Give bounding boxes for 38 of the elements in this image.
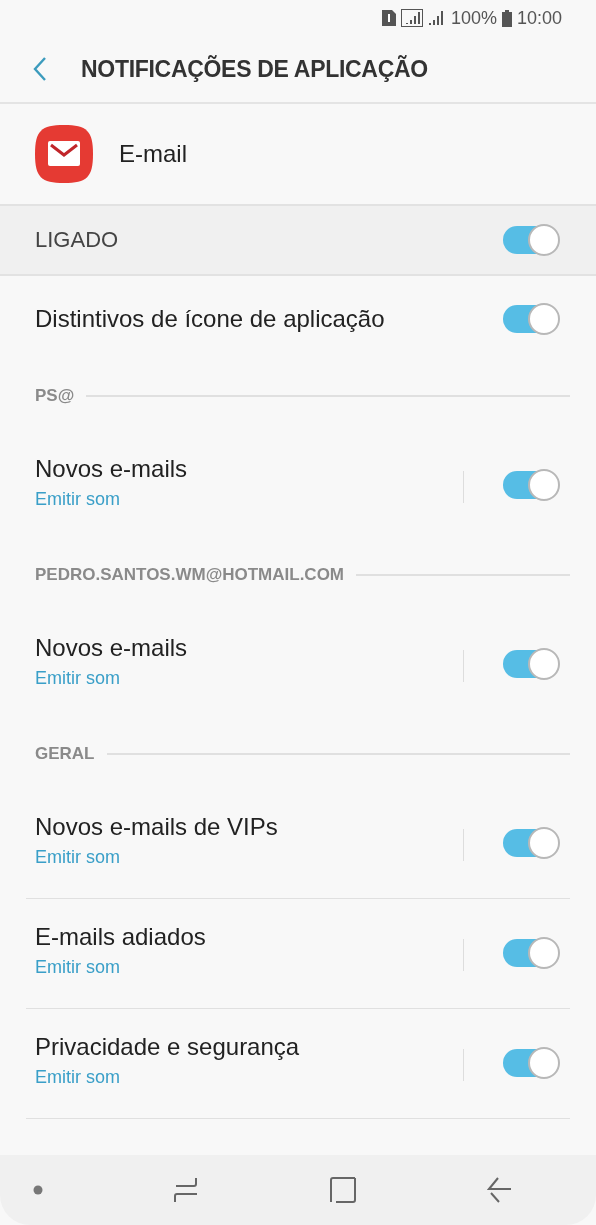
notification-title: Novos e-mails	[35, 455, 189, 483]
toggle-switch[interactable]	[503, 939, 558, 967]
notification-row[interactable]: E-mails adiados Emitir som	[0, 899, 596, 1008]
sim-icon	[381, 10, 396, 26]
section-header: GERAL	[35, 744, 95, 764]
mail-app-icon	[35, 125, 93, 183]
clock: 10:00	[516, 7, 562, 29]
notification-row[interactable]: Novos e-mails de VIPs Emitir som	[0, 789, 596, 898]
section-header: PEDRO.SANTOS.WM@HOTMAIL.COM	[35, 565, 345, 585]
toggle-switch[interactable]	[503, 1049, 558, 1077]
back-icon[interactable]	[487, 1177, 511, 1203]
setting-label: Distintivos de ícone de aplicação	[35, 304, 385, 333]
dot-icon[interactable]	[33, 1185, 43, 1195]
section-header: PS@	[35, 386, 75, 406]
notification-row[interactable]: Privacidade e segurança Emitir som	[0, 1009, 596, 1118]
setting-row[interactable]: Distintivos de ícone de aplicação	[0, 276, 596, 361]
toggle-switch[interactable]	[503, 650, 558, 678]
notification-title: Privacidade e segurança	[35, 1033, 301, 1061]
battery-icon	[501, 9, 512, 27]
notification-title: Novos e-mails	[35, 634, 189, 662]
page-title: NOTIFICAÇÕES DE APLICAÇÃO	[81, 55, 428, 83]
notification-title: Novos e-mails de VIPs	[35, 813, 279, 841]
battery-percentage: 100%	[450, 7, 497, 29]
app-name: E-mail	[119, 140, 187, 168]
signal-icon	[427, 10, 446, 26]
master-switch-label: LIGADO	[35, 227, 119, 253]
home-icon[interactable]	[329, 1177, 356, 1203]
recent-apps-icon[interactable]	[174, 1177, 199, 1203]
toggle-switch[interactable]	[503, 304, 558, 333]
back-icon[interactable]	[33, 57, 47, 81]
toggle-switch[interactable]	[503, 226, 558, 254]
toggle-switch[interactable]	[503, 471, 558, 499]
signal-icon	[400, 9, 423, 27]
toggle-switch[interactable]	[503, 829, 558, 857]
master-switch-row[interactable]: LIGADO	[0, 206, 596, 276]
notification-row[interactable]: Novos e-mails Emitir som	[0, 610, 596, 719]
notification-row[interactable]: Novos e-mails Emitir som	[0, 431, 596, 540]
notification-title: E-mails adiados	[35, 923, 207, 951]
